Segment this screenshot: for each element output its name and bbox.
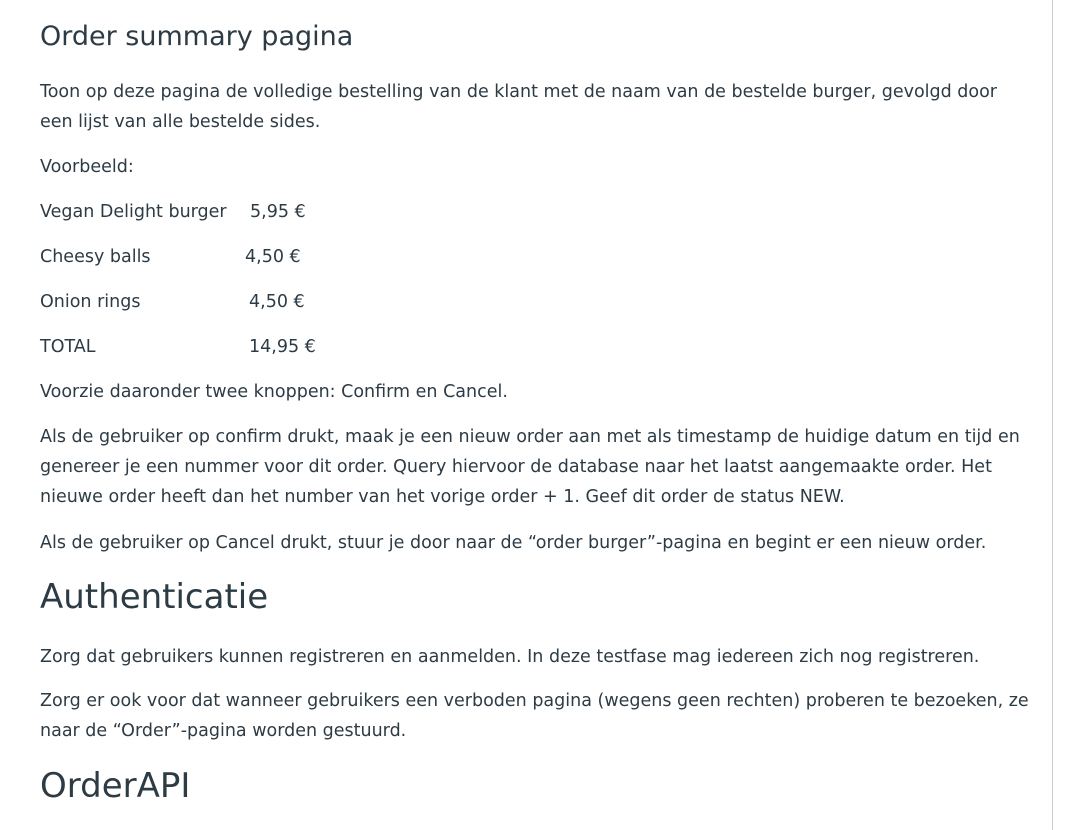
example-item-price: 4,50 €	[245, 247, 301, 267]
confirm-instruction: Als de gebruiker op confirm drukt, maak …	[40, 427, 1020, 507]
example-item-name: Vegan Delight burger	[40, 202, 227, 222]
example-total-price: 14,95 €	[249, 337, 316, 357]
heading-orderapi: OrderAPI	[40, 766, 191, 806]
example-label: Voorbeeld:	[40, 157, 134, 177]
example-row-onion-rings: Onion rings 4,50 €	[40, 287, 305, 317]
example-item-name: Cheesy balls	[40, 247, 151, 267]
example-row-burger: Vegan Delight burger 5,95 €	[40, 197, 306, 227]
example-item-price: 4,50 €	[249, 292, 305, 312]
example-item-price: 5,95 €	[250, 202, 306, 222]
buttons-instruction: Voorzie daaronder twee knoppen: Confirm …	[40, 382, 508, 402]
page: Order summary pagina Toon op deze pagina…	[0, 0, 1067, 830]
example-total-label: TOTAL	[40, 337, 96, 357]
content-border	[1052, 0, 1053, 830]
auth-paragraph-1: Zorg dat gebruikers kunnen registreren e…	[40, 647, 980, 667]
heading-authenticatie: Authenticatie	[40, 577, 269, 617]
example-item-name: Onion rings	[40, 292, 141, 312]
example-row-cheesy-balls: Cheesy balls 4,50 €	[40, 242, 301, 272]
cancel-instruction: Als de gebruiker op Cancel drukt, stuur …	[40, 533, 987, 553]
heading-order-summary: Order summary pagina	[40, 21, 354, 52]
order-summary-intro: Toon op deze pagina de volledige bestell…	[40, 82, 998, 132]
auth-paragraph-2: Zorg er ook voor dat wanneer gebruikers …	[40, 691, 1029, 741]
example-row-total: TOTAL 14,95 €	[40, 332, 316, 362]
